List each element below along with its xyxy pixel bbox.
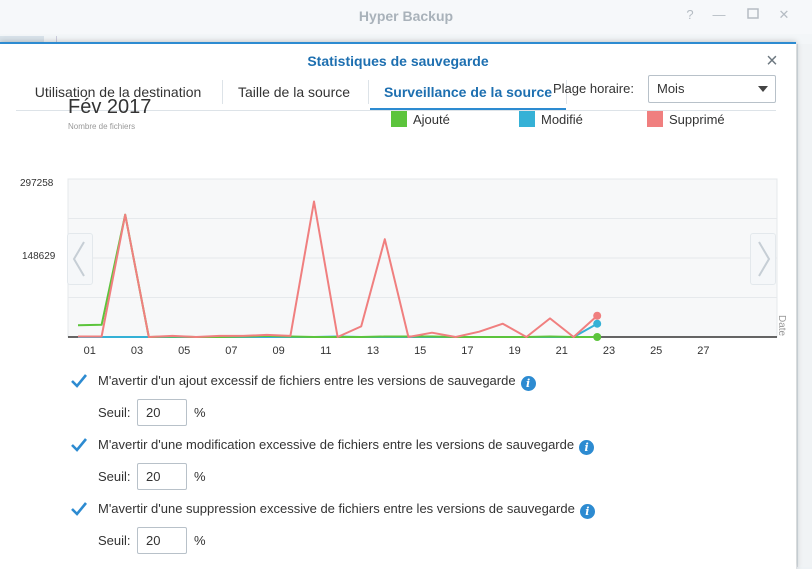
x-tick-label: 17 bbox=[461, 345, 473, 357]
x-tick-label: 07 bbox=[225, 345, 237, 357]
x-tick-label: 05 bbox=[178, 345, 190, 357]
chart-prev-button[interactable] bbox=[67, 233, 93, 285]
percent-unit: % bbox=[194, 469, 206, 484]
x-tick-label: 27 bbox=[697, 345, 709, 357]
x-tick-label: 23 bbox=[603, 345, 615, 357]
info-icon[interactable]: i bbox=[520, 376, 536, 391]
series-modified-point bbox=[593, 319, 602, 328]
info-icon[interactable]: i bbox=[579, 504, 595, 519]
alert-modified-label: M'avertir d'une modification excessive d… bbox=[98, 437, 595, 455]
info-icon[interactable]: i bbox=[579, 440, 595, 455]
alert-modified-checkbox[interactable] bbox=[70, 436, 88, 454]
chevron-right-icon bbox=[758, 241, 771, 277]
seuil-label: Seuil: bbox=[98, 405, 131, 420]
seuil-label: Seuil: bbox=[98, 469, 131, 484]
alert-modified-text: M'avertir d'une modification excessive d… bbox=[98, 437, 575, 452]
x-tick-label: 25 bbox=[650, 345, 662, 357]
alert-deleted-text: M'avertir d'une suppression excessive de… bbox=[98, 501, 575, 516]
x-tick-label: 15 bbox=[414, 345, 426, 357]
x-tick-label: 19 bbox=[508, 345, 520, 357]
series-added-point bbox=[593, 333, 602, 341]
alert-added-label: M'avertir d'un ajout excessif de fichier… bbox=[98, 373, 536, 391]
seuil-modified-input[interactable] bbox=[137, 463, 187, 490]
x-tick-label: 13 bbox=[367, 345, 379, 357]
alert-deleted-label: M'avertir d'une suppression excessive de… bbox=[98, 501, 595, 519]
chevron-left-icon bbox=[72, 241, 85, 277]
seuil-deleted-input[interactable] bbox=[137, 527, 187, 554]
percent-unit: % bbox=[194, 405, 206, 420]
x-tick-label: 03 bbox=[131, 345, 143, 357]
x-tick-label: 01 bbox=[84, 345, 96, 357]
x-tick-label: 09 bbox=[272, 345, 284, 357]
x-tick-label: 21 bbox=[556, 345, 568, 357]
seuil-added-input[interactable] bbox=[137, 399, 187, 426]
seuil-label: Seuil: bbox=[98, 533, 131, 548]
series-deleted-point bbox=[593, 311, 602, 320]
alert-added-checkbox[interactable] bbox=[70, 372, 88, 390]
chart-next-button[interactable] bbox=[750, 233, 776, 285]
percent-unit: % bbox=[194, 533, 206, 548]
alert-deleted-checkbox[interactable] bbox=[70, 500, 88, 518]
x-tick-label: 11 bbox=[320, 345, 331, 357]
alert-added-text: M'avertir d'un ajout excessif de fichier… bbox=[98, 373, 516, 388]
x-axis-label: Date bbox=[776, 315, 787, 337]
